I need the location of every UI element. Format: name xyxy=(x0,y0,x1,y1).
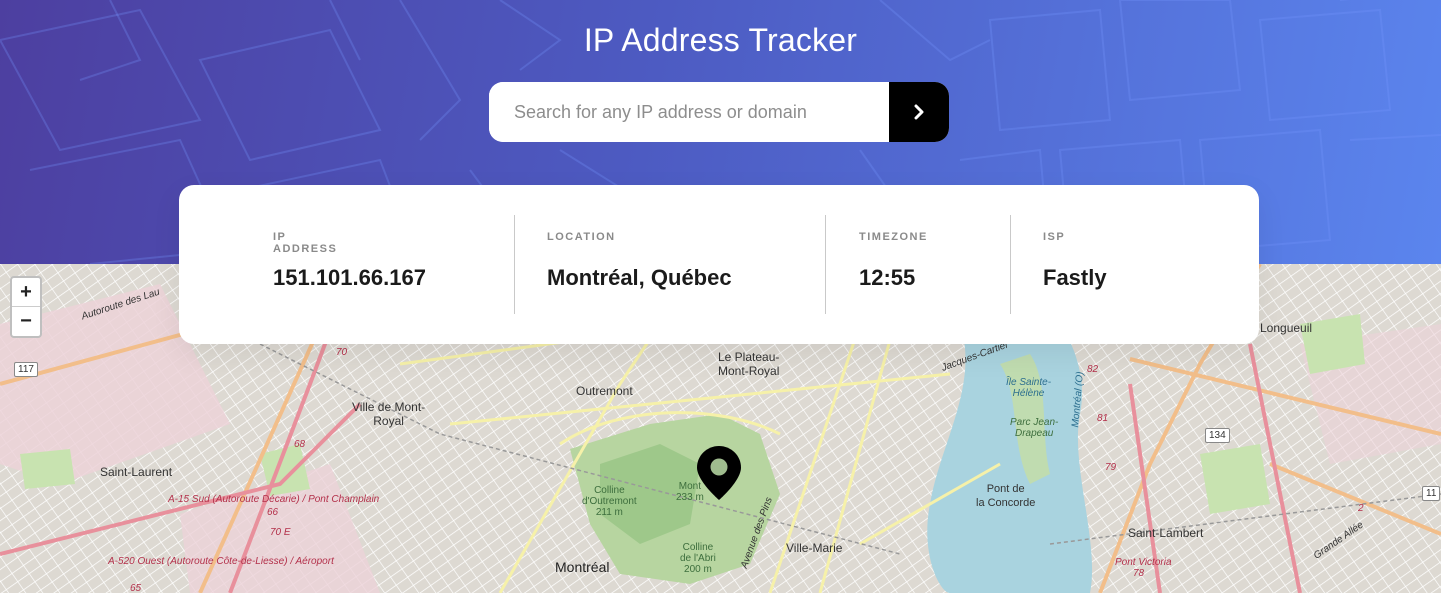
zoom-in-button[interactable]: + xyxy=(12,278,40,307)
map-label-longueuil: Longueuil xyxy=(1260,321,1313,335)
route-shield: 70 xyxy=(336,347,348,358)
divider xyxy=(514,215,515,314)
timezone-value: 12:55 xyxy=(859,265,916,290)
location-label: LOCATION xyxy=(547,231,616,243)
route-shield: 70 E xyxy=(270,527,291,538)
map-label-colline-abri: Colline de l'Abri 200 m xyxy=(680,542,716,575)
route-shield: 2 xyxy=(1358,503,1364,514)
divider xyxy=(825,215,826,314)
route-shield: 117 xyxy=(14,362,38,377)
map-label-outremont: Outremont xyxy=(576,384,633,398)
route-shield: 79 xyxy=(1105,462,1117,473)
map-label-saint-laurent: Saint-Laurent xyxy=(100,465,173,479)
page-title: IP Address Tracker xyxy=(583,22,858,58)
route-shield: 68 xyxy=(294,439,306,450)
route-shield: 11 xyxy=(1422,486,1441,501)
map-label-ville-marie: Ville-Marie xyxy=(786,541,843,555)
map-label-ville-mont-royal: Ville de Mont- Royal xyxy=(352,400,426,428)
location-pin-icon[interactable] xyxy=(696,445,742,501)
map-label-ile-sainte-helene: Île Sainte- Hélène xyxy=(1006,377,1052,399)
route-shield: 78 xyxy=(1133,568,1145,579)
route-shield: 82 xyxy=(1087,364,1099,375)
map-label-colline-outremont: Colline d'Outremont 211 m xyxy=(582,485,637,518)
route-shield: 66 xyxy=(267,507,279,518)
search-bar xyxy=(489,82,949,142)
isp-value: Fastly xyxy=(1043,265,1107,290)
ip-address-label: IP ADDRESS xyxy=(273,231,338,255)
map-label-pont-concorde: Pont de la Concorde xyxy=(976,483,1036,509)
isp-label: ISP xyxy=(1043,231,1066,243)
ip-address-value: 151.101.66.167 xyxy=(273,265,426,290)
divider xyxy=(1010,215,1011,314)
timezone-label: TIMEZONE xyxy=(859,231,928,243)
zoom-out-button[interactable]: − xyxy=(12,307,40,336)
chevron-right-icon xyxy=(914,104,924,120)
map-label-saint-lambert: Saint-Lambert xyxy=(1128,526,1204,540)
ip-info-card: IP ADDRESS 151.101.66.167 LOCATION Montr… xyxy=(179,185,1259,344)
zoom-control: + − xyxy=(10,276,42,338)
map-label-plateau: Le Plateau- Mont-Royal xyxy=(718,350,780,378)
map-label-a15: A-15 Sud (Autoroute Décarie) / Pont Cham… xyxy=(168,494,380,505)
route-shield: 134 xyxy=(1205,428,1230,443)
location-value: Montréal, Québec xyxy=(547,265,732,290)
map-label-parc-jean-drapeau: Parc Jean- Drapeau xyxy=(1010,417,1059,439)
route-shield: 65 xyxy=(130,583,142,593)
route-shield: 81 xyxy=(1097,413,1109,424)
map-label-a520: A-520 Ouest (Autoroute Côte-de-Liesse) /… xyxy=(108,556,334,567)
search-submit-button[interactable] xyxy=(889,82,949,142)
search-input[interactable] xyxy=(489,82,889,142)
map-label-montreal: Montréal xyxy=(555,559,610,575)
